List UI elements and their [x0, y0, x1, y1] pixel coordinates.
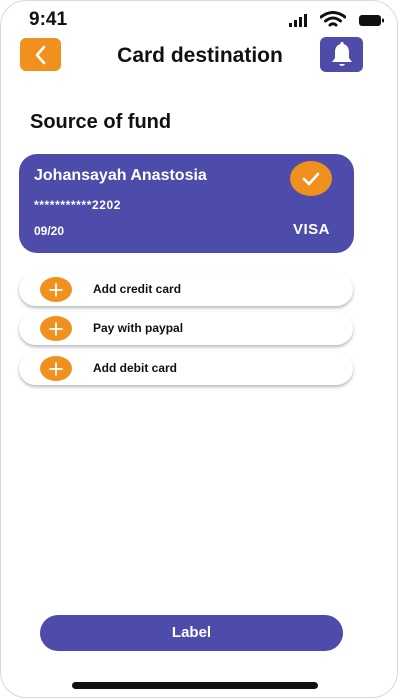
section-title: Source of fund	[30, 111, 172, 133]
bell-icon	[331, 41, 352, 66]
option-pay-with-paypal[interactable]: Pay with paypal	[19, 312, 353, 345]
card-expiry: 09/20	[34, 224, 65, 238]
card-holder-name: Johansayah Anastosia	[34, 167, 207, 184]
option-add-debit-card[interactable]: Add debit card	[19, 352, 353, 385]
option-label: Add credit card	[93, 282, 182, 296]
device-frame	[0, 0, 398, 698]
card-selected-badge	[290, 161, 332, 196]
primary-button[interactable]: Label	[40, 615, 343, 651]
battery-icon	[359, 15, 384, 26]
option-label: Add debit card	[93, 361, 178, 375]
option-label: Pay with paypal	[93, 321, 184, 335]
notification-button[interactable]	[320, 37, 363, 72]
wifi-icon	[320, 11, 346, 27]
cellular-signal-icon	[289, 14, 307, 27]
option-add-credit-card[interactable]: Add credit card	[19, 273, 353, 306]
card-number: ***********2202	[34, 198, 122, 212]
status-time: 9:41	[29, 9, 68, 30]
home-indicator[interactable]	[72, 682, 318, 689]
plus-icon	[40, 277, 72, 302]
plus-icon	[40, 356, 72, 381]
plus-icon	[40, 316, 72, 341]
payment-card[interactable]: Johansayah Anastosia ***********2202 09/…	[19, 154, 354, 253]
check-icon	[302, 172, 320, 185]
status-bar: 9:41	[0, 0, 400, 40]
card-brand: VISA	[292, 221, 330, 238]
